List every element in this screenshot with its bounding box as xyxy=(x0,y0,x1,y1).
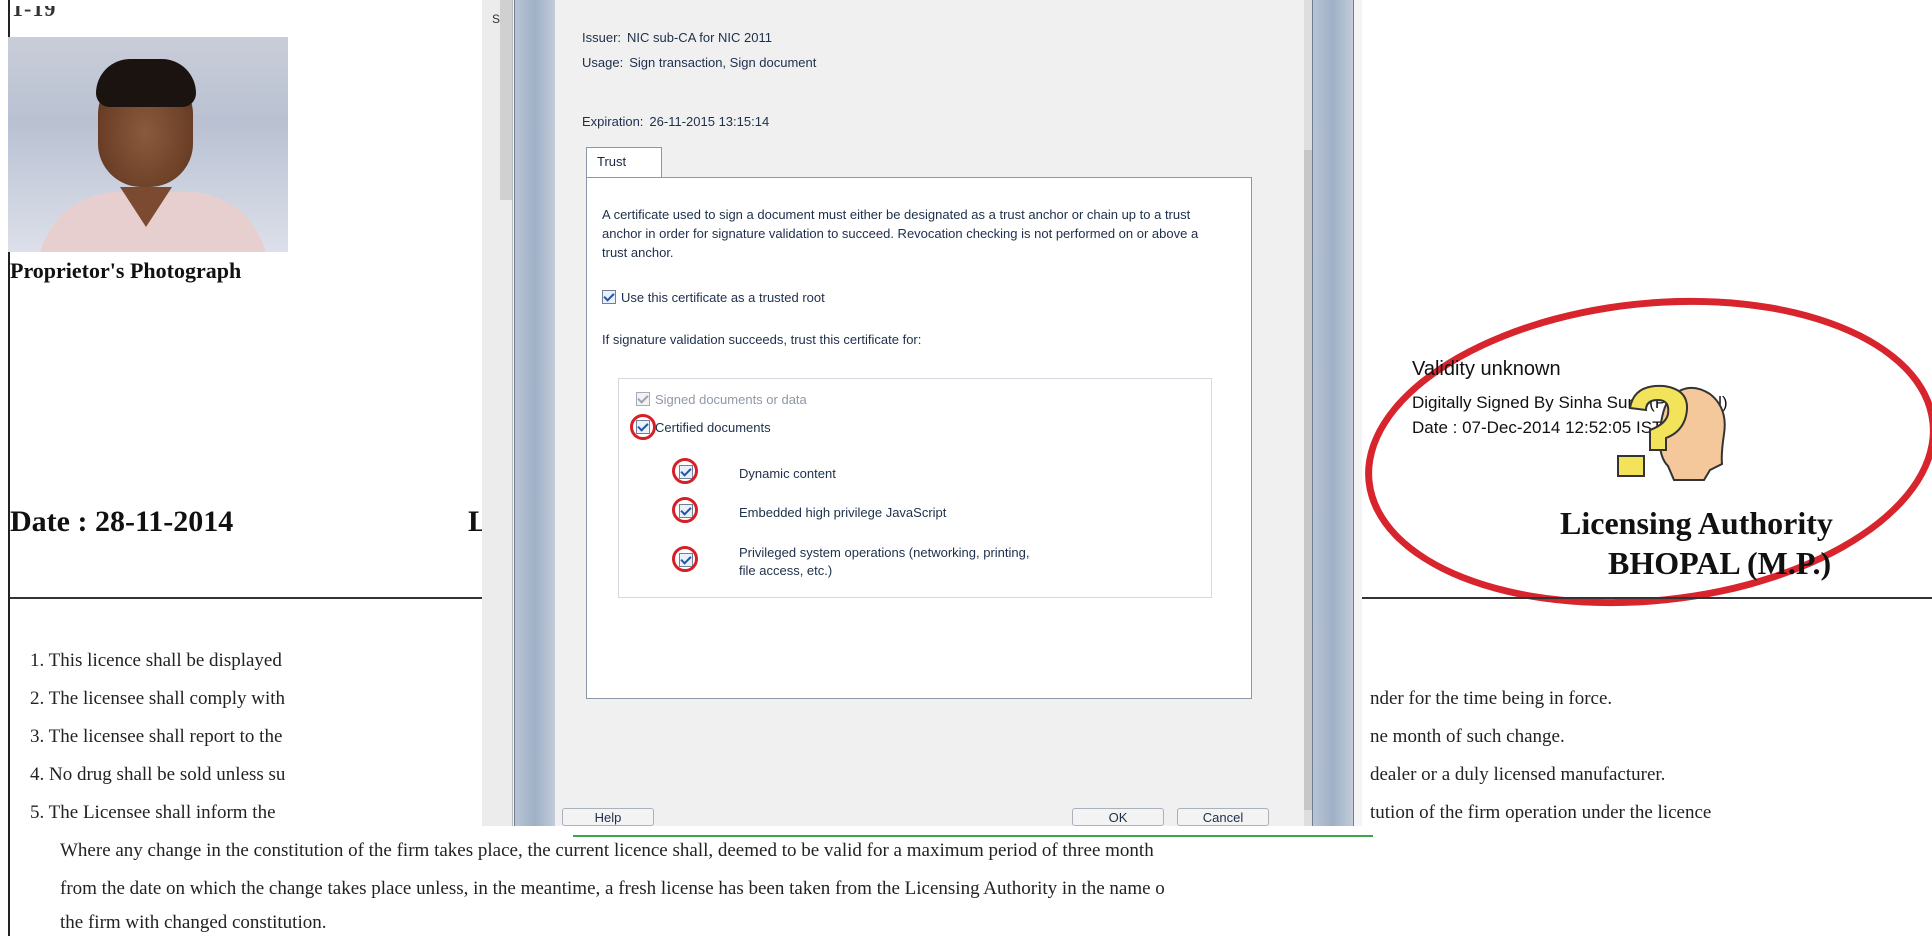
condition-item: 2. The licensee shall comply with xyxy=(30,688,286,709)
red-circle-annotation xyxy=(630,414,656,440)
condition-5-line: Where any change in the constitution of … xyxy=(60,840,1154,861)
condition-continuation: nder for the time being in force. xyxy=(1370,688,1613,709)
condition-item: 5. The Licensee shall inform the xyxy=(30,802,276,823)
expiration-field: Expiration: 26-11-2015 13:15:14 xyxy=(582,114,770,129)
embedded-js-label: Embedded high privilege JavaScript xyxy=(739,505,947,520)
trust-for-label: If signature validation succeeds, trust … xyxy=(602,332,922,347)
certified-documents-checkbox[interactable]: Certified documents xyxy=(636,420,771,435)
proprietor-photo xyxy=(8,37,288,252)
red-circle-annotation xyxy=(672,458,698,484)
condition-item: 1. This licence shall be displayed xyxy=(30,650,282,671)
signed-documents-checkbox: Signed documents or data xyxy=(636,392,807,407)
signature-validity: Validity unknown xyxy=(1412,358,1561,380)
green-accent-line xyxy=(573,835,1373,837)
certificate-details-dialog: S Issuer: NIC sub-CA for NIC 2011 Usage: S… xyxy=(482,0,1362,826)
window-frame-left xyxy=(514,0,556,826)
dialog-left-strip: S xyxy=(482,0,513,826)
side-label: S xyxy=(492,12,501,26)
help-button[interactable]: Help xyxy=(562,808,654,826)
condition-continuation: dealer or a duly licensed manufacturer. xyxy=(1370,764,1666,785)
cancel-button[interactable]: Cancel xyxy=(1177,808,1269,826)
dynamic-content-label: Dynamic content xyxy=(739,466,836,481)
red-circle-annotation xyxy=(672,497,698,523)
unknown-validity-icon xyxy=(1617,384,1726,481)
condition-continuation: tution of the firm operation under the l… xyxy=(1370,802,1712,823)
dialog-scrollbar-thumb[interactable] xyxy=(1304,150,1312,810)
condition-continuation: ne month of such change. xyxy=(1370,726,1565,747)
issue-date: Date : 28-11-2014 xyxy=(10,505,234,538)
authority-location: BHOPAL (M.P.) xyxy=(1608,545,1832,581)
photo-caption: Proprietor's Photograph xyxy=(10,258,242,283)
checkbox-checked[interactable] xyxy=(602,290,616,304)
condition-5-line: from the date on which the change takes … xyxy=(60,878,1165,899)
condition-5-line: the firm with changed constitution. xyxy=(60,912,327,933)
trust-description: A certificate used to sign a document mu… xyxy=(602,207,1199,260)
issuer-field: Issuer: NIC sub-CA for NIC 2011 xyxy=(582,30,772,45)
tab-trust[interactable]: Trust xyxy=(586,147,662,178)
checkbox-disabled-checked xyxy=(636,392,650,406)
trusted-root-checkbox[interactable]: Use this certificate as a trusted root xyxy=(602,290,825,305)
condition-item: 4. No drug shall be sold unless su xyxy=(30,764,286,785)
privileged-ops-label: Privileged system operations (networking… xyxy=(739,545,1030,578)
red-circle-annotation xyxy=(672,546,698,572)
condition-item: 3. The licensee shall report to the xyxy=(30,726,283,747)
licensing-authority: Licensing Authority xyxy=(1560,505,1833,541)
left-scrollbar[interactable] xyxy=(500,0,512,200)
window-frame-right xyxy=(1312,0,1354,826)
ok-button[interactable]: OK xyxy=(1072,808,1164,826)
usage-field: Usage: Sign transaction, Sign document xyxy=(582,55,817,70)
